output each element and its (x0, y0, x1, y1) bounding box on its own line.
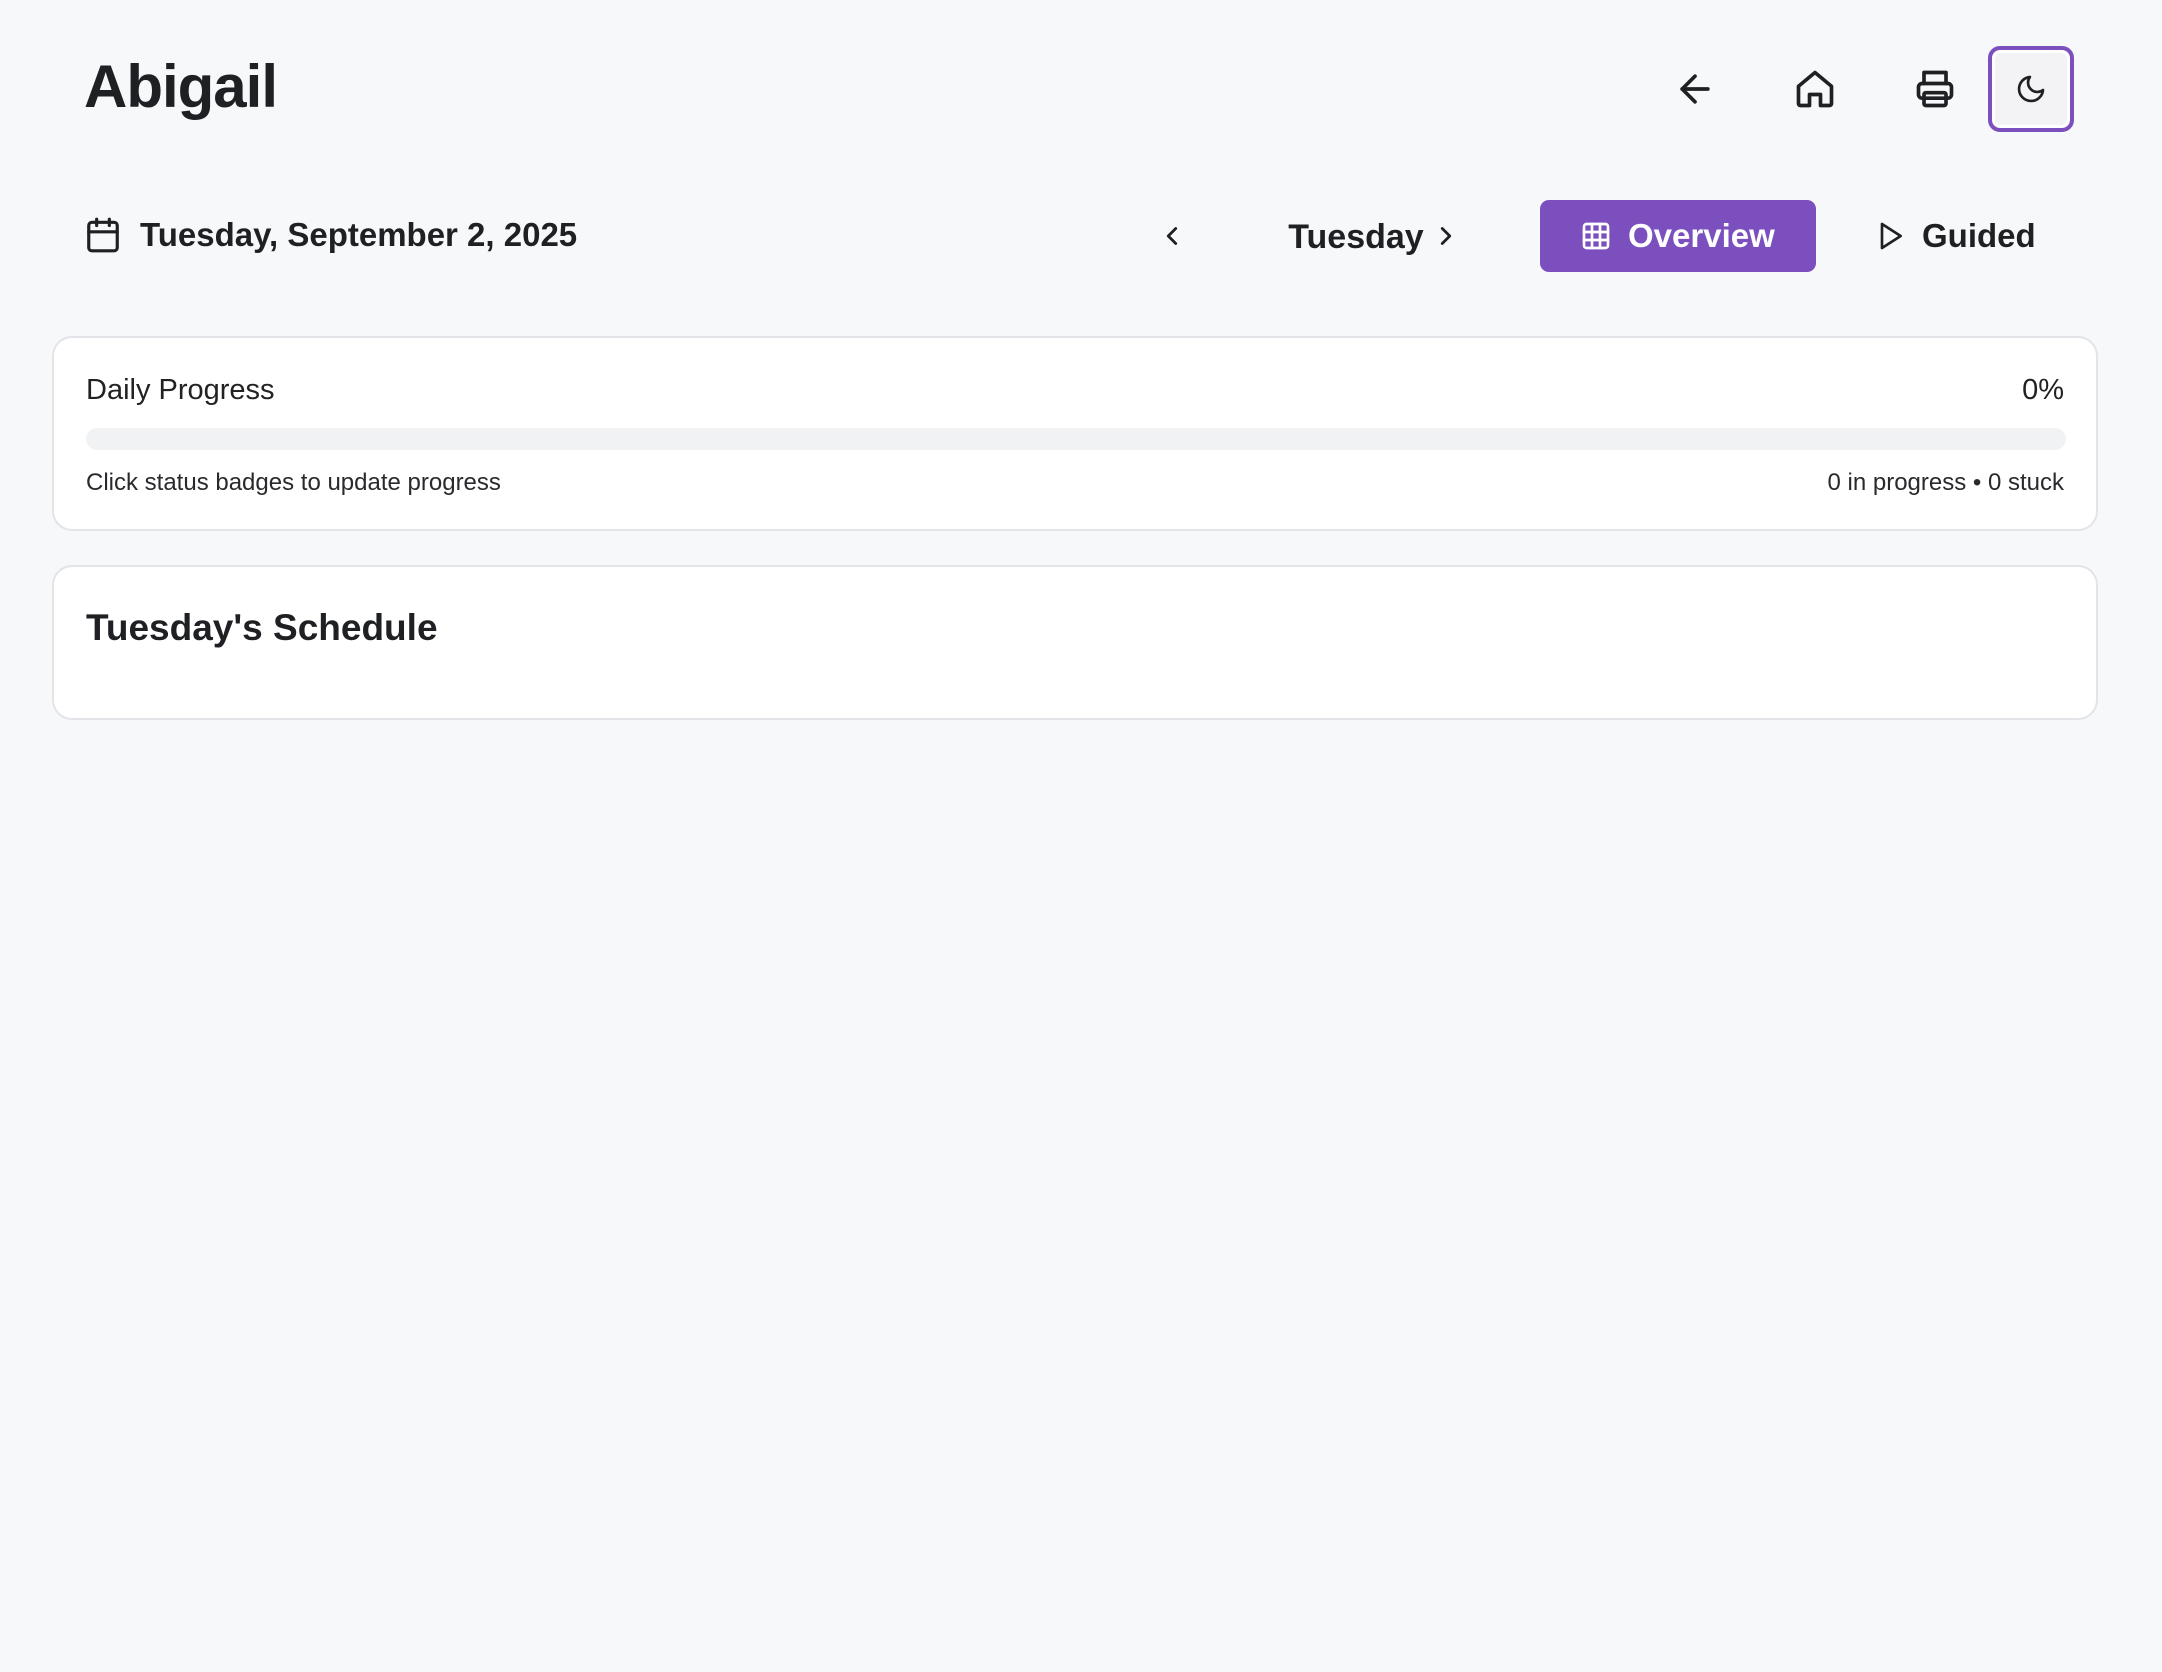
printer-icon (1916, 70, 1954, 108)
progress-hint: Click status badges to update progress (86, 469, 501, 496)
current-day-label: Tuesday (1288, 218, 1424, 256)
guided-label: Guided (1922, 217, 2036, 254)
grid-icon (1582, 222, 1610, 250)
daily-progress-card: Daily Progress 0% Click status badges to… (52, 336, 2098, 531)
app-header: Abigail (84, 46, 2080, 132)
arrow-left-icon (1680, 74, 1710, 104)
home-icon (1796, 70, 1834, 108)
schedule-card: Tuesday's Schedule (52, 565, 2098, 720)
date-label: Tuesday, September 2, 2025 (140, 216, 578, 253)
day-navigator: Tuesday (1146, 204, 1566, 268)
chevron-left-icon (1166, 227, 1178, 245)
next-day-button[interactable] (1420, 210, 1472, 262)
page-title: Abigail (84, 53, 278, 120)
home-button[interactable] (1772, 46, 1858, 132)
back-button[interactable] (1652, 46, 1738, 132)
progress-bar (86, 428, 2066, 450)
play-icon (1880, 222, 1902, 250)
theme-toggle-button[interactable] (1988, 46, 2074, 132)
previous-day-button[interactable] (1146, 210, 1198, 262)
current-date: Tuesday, September 2, 2025 (84, 214, 577, 256)
progress-percent: 0% (2022, 374, 2064, 406)
overview-label: Overview (1628, 217, 1775, 254)
schedule-title: Tuesday's Schedule (86, 607, 438, 648)
progress-label: Daily Progress (86, 374, 275, 406)
overview-mode-button[interactable]: Overview (1540, 200, 1816, 272)
progress-stats: 0 in progress • 0 stuck (1827, 469, 2064, 496)
chevron-right-icon (1440, 227, 1452, 245)
print-button[interactable] (1892, 46, 1978, 132)
calendar-icon (87, 217, 119, 253)
date-bar: Tuesday, September 2, 2025 Tuesday Overv… (84, 200, 2080, 272)
guided-mode-button[interactable]: Guided (1834, 200, 2080, 272)
moon-icon (2017, 75, 2045, 103)
